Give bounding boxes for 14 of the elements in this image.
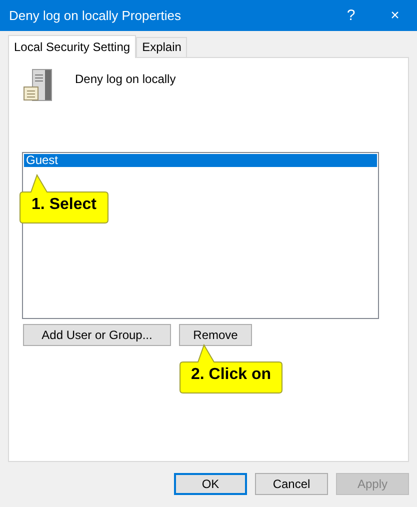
tab[interactable]: Local Security Setting — [8, 35, 136, 58]
list-item[interactable]: Guest — [24, 154, 377, 167]
ok-button[interactable]: OK — [174, 473, 247, 495]
window-title: Deny log on locally Properties — [9, 8, 182, 23]
help-button[interactable]: ? — [329, 7, 373, 24]
policy-name: Deny log on locally — [75, 72, 176, 88]
server-icon — [21, 68, 55, 102]
close-button[interactable]: × — [373, 7, 417, 24]
add-user-button[interactable]: Add User or Group... — [23, 324, 171, 346]
cancel-button[interactable]: Cancel — [255, 473, 328, 495]
tab[interactable]: Explain — [136, 37, 188, 57]
callout-label: 1. Select — [32, 196, 96, 213]
callout-label: 2. Click on — [190, 366, 272, 383]
remove-button[interactable]: Remove — [179, 324, 252, 346]
